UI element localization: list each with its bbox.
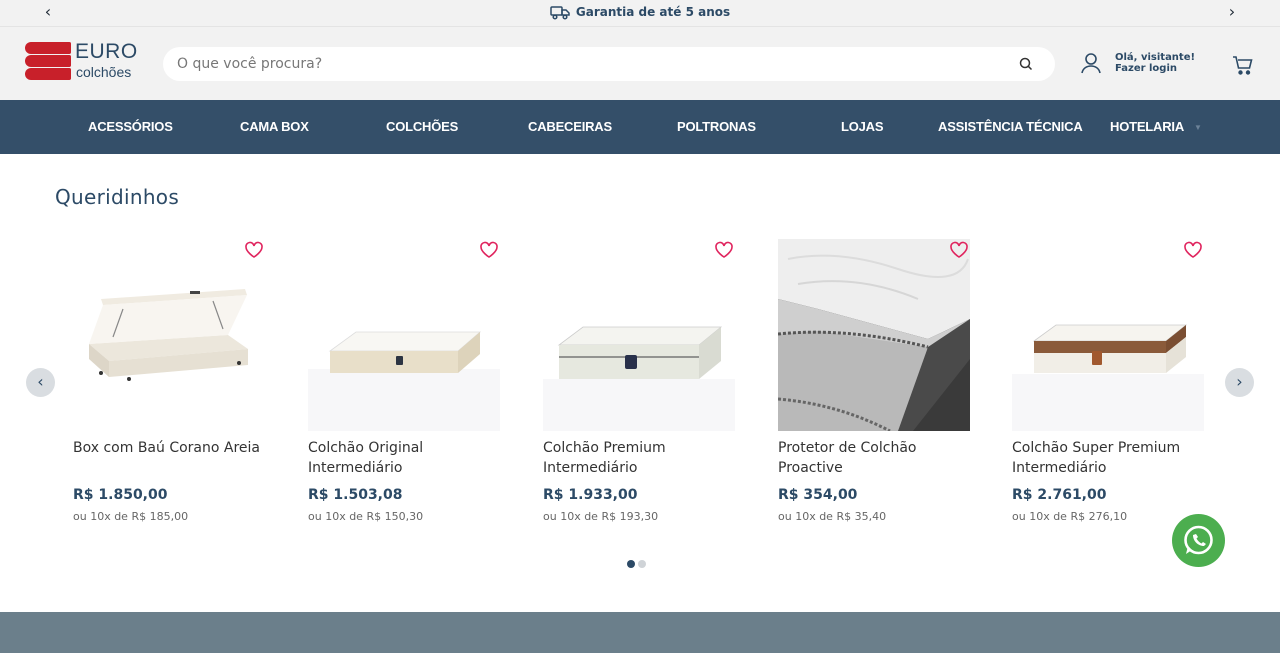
nav-item-colchoes[interactable]: COLCHÕES — [386, 100, 458, 154]
product-price: R$ 1.850,00 — [73, 487, 168, 503]
site-header: EURO colchões Olá, visitante! Fazer logi… — [0, 27, 1280, 100]
product-installments: ou 10x de R$ 185,00 — [73, 510, 189, 523]
product-installments: ou 10x de R$ 193,30 — [543, 510, 659, 523]
product-card[interactable]: Colchão Super Premium Intermediário R$ 2… — [1012, 239, 1217, 539]
product-installments: ou 10x de R$ 35,40 — [778, 510, 887, 523]
product-card[interactable]: Protetor de Colchão Proactive R$ 354,00 … — [778, 239, 983, 539]
product-image[interactable] — [543, 239, 735, 431]
product-price: R$ 354,00 — [778, 487, 858, 503]
product-name[interactable]: Box com Baú Corano Areia — [73, 438, 273, 458]
product-name[interactable]: Colchão Super Premium Intermediário — [1012, 438, 1212, 478]
heart-icon[interactable] — [244, 241, 264, 259]
carousel-dot[interactable] — [638, 560, 646, 568]
heart-icon[interactable] — [949, 241, 969, 259]
logo-mark — [25, 40, 71, 84]
footer — [0, 612, 1280, 653]
promo-message: Garantia de até 5 anos — [0, 5, 1280, 20]
product-name[interactable]: Colchão Premium Intermediário — [543, 438, 743, 478]
nav-item-lojas[interactable]: LOJAS — [841, 100, 884, 154]
chevron-right-icon[interactable]: › — [1222, 3, 1242, 23]
promo-text: Garantia de até 5 anos — [575, 5, 731, 19]
product-installments: ou 10x de R$ 276,10 — [1012, 510, 1128, 523]
carousel-dot-active[interactable] — [627, 560, 635, 568]
whatsapp-button[interactable] — [1172, 514, 1225, 567]
logo[interactable]: EURO colchões — [25, 40, 140, 88]
search-icon[interactable] — [1018, 56, 1034, 72]
section-title: Queridinhos — [55, 185, 180, 209]
chevron-left-icon: ‹ — [37, 372, 44, 391]
truck-icon — [550, 6, 570, 20]
caret-down-icon: ▼ — [1194, 123, 1202, 132]
heart-icon[interactable] — [714, 241, 734, 259]
product-card[interactable]: Colchão Original Intermediário R$ 1.503,… — [308, 239, 513, 539]
nav-item-assistencia-tecnica[interactable]: ASSISTÊNCIA TÉCNICA — [938, 100, 1083, 154]
cart-icon[interactable] — [1232, 54, 1254, 76]
product-image[interactable] — [778, 239, 970, 431]
product-name[interactable]: Colchão Original Intermediário — [308, 438, 508, 478]
product-card[interactable]: Colchão Premium Intermediário R$ 1.933,0… — [543, 239, 748, 539]
product-image[interactable] — [73, 239, 265, 431]
account-greeting: Olá, visitante! Fazer login — [1115, 52, 1196, 74]
carousel-prev-button[interactable]: ‹ — [26, 368, 55, 397]
search-bar — [163, 47, 1055, 81]
product-image[interactable] — [308, 239, 500, 431]
product-image[interactable] — [1012, 239, 1204, 431]
product-price: R$ 2.761,00 — [1012, 487, 1107, 503]
user-icon — [1081, 53, 1101, 74]
whatsapp-icon — [1184, 525, 1213, 555]
heart-icon[interactable] — [479, 241, 499, 259]
product-price: R$ 1.933,00 — [543, 487, 638, 503]
search-input[interactable] — [177, 47, 997, 81]
carousel-next-button[interactable]: › — [1225, 368, 1254, 397]
account-link[interactable]: Olá, visitante! Fazer login — [1080, 52, 1225, 80]
product-card[interactable]: Box com Baú Corano Areia R$ 1.850,00 ou … — [73, 239, 278, 539]
nav-item-poltronas[interactable]: POLTRONAS — [677, 100, 756, 154]
logo-text: EURO — [75, 40, 138, 63]
logo-subtext: colchões — [76, 64, 132, 80]
main-nav: ACESSÓRIOS CAMA BOX COLCHÕES CABECEIRAS … — [0, 100, 1280, 154]
chevron-right-icon: › — [1236, 372, 1243, 391]
announcement-bar: ‹ Garantia de até 5 anos › — [0, 0, 1280, 27]
nav-item-acessorios[interactable]: ACESSÓRIOS — [88, 100, 173, 154]
product-name[interactable]: Protetor de Colchão Proactive — [778, 438, 978, 478]
product-installments: ou 10x de R$ 150,30 — [308, 510, 424, 523]
nav-item-cama-box[interactable]: CAMA BOX — [240, 100, 309, 154]
nav-item-hotelaria[interactable]: HOTELARIA ▼ — [1110, 100, 1202, 154]
nav-item-hotelaria-label: HOTELARIA — [1110, 119, 1185, 134]
product-price: R$ 1.503,08 — [308, 487, 403, 503]
carousel-pagination — [627, 553, 649, 572]
nav-item-cabeceiras[interactable]: CABECEIRAS — [528, 100, 612, 154]
heart-icon[interactable] — [1183, 241, 1203, 259]
